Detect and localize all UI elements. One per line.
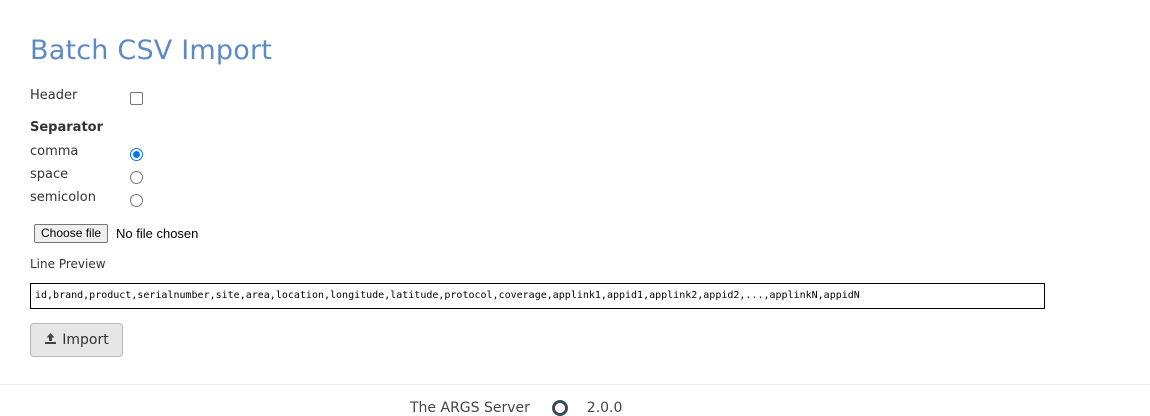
- page-title: Batch CSV Import: [30, 35, 273, 66]
- separator-option-label-space: space: [30, 167, 69, 182]
- header-checkbox[interactable]: [130, 92, 143, 105]
- separator-label: Separator: [30, 120, 103, 135]
- line-preview-label: Line Preview: [30, 257, 106, 271]
- separator-radio-semicolon[interactable]: [130, 194, 143, 207]
- separator-radio-comma[interactable]: [130, 148, 143, 161]
- upload-icon: [44, 332, 57, 349]
- line-preview-field[interactable]: id,brand,product,serialnumber,site,area,…: [30, 283, 1045, 309]
- footer-version: 2.0.0: [586, 400, 623, 416]
- footer: The ARGS Server 2.0.0: [410, 400, 622, 416]
- import-button-label: Import: [62, 332, 109, 348]
- file-status-text: No file chosen: [116, 226, 199, 241]
- server-logo-icon: [552, 400, 569, 416]
- separator-option-label-comma: comma: [30, 144, 79, 159]
- choose-file-button[interactable]: Choose file: [34, 224, 109, 243]
- import-button[interactable]: Import: [30, 323, 123, 357]
- footer-divider: [0, 384, 1150, 385]
- footer-text: The ARGS Server: [410, 400, 530, 416]
- separator-option-label-semicolon: semicolon: [30, 190, 96, 205]
- header-option-label: Header: [30, 88, 78, 103]
- separator-radio-space[interactable]: [130, 171, 143, 184]
